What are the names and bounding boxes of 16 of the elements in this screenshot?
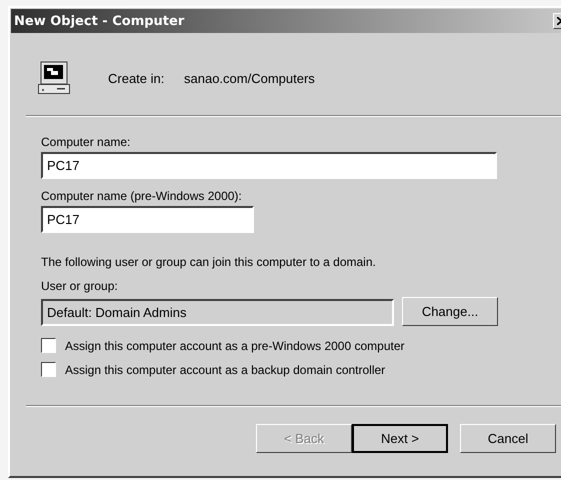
window-title: New Object - Computer [14,14,184,28]
container-path: sanao.com/Computers [184,70,315,86]
checkbox-label[interactable]: Assign this computer account as a pre-Windows 2000 computer [65,338,404,352]
info-text: The following user or group can join this computer to a domain. [41,255,377,269]
field-label: User or group: [41,279,119,293]
checkbox[interactable] [41,362,56,377]
wizard-button[interactable]: Next > [352,424,448,453]
create-in-label: Create in: [108,70,166,86]
text-field[interactable]: PC17 [41,206,254,233]
checkbox[interactable] [41,338,56,353]
computer-icon [38,61,70,95]
field-label: Computer name: [41,135,132,149]
field-label: Computer name (pre-Windows 2000): [41,189,243,203]
checkbox-label[interactable]: Assign this computer account as a backup domain controller [65,362,386,376]
wizard-button[interactable]: Cancel [460,424,556,453]
text-field[interactable]: PC17 [41,152,497,179]
